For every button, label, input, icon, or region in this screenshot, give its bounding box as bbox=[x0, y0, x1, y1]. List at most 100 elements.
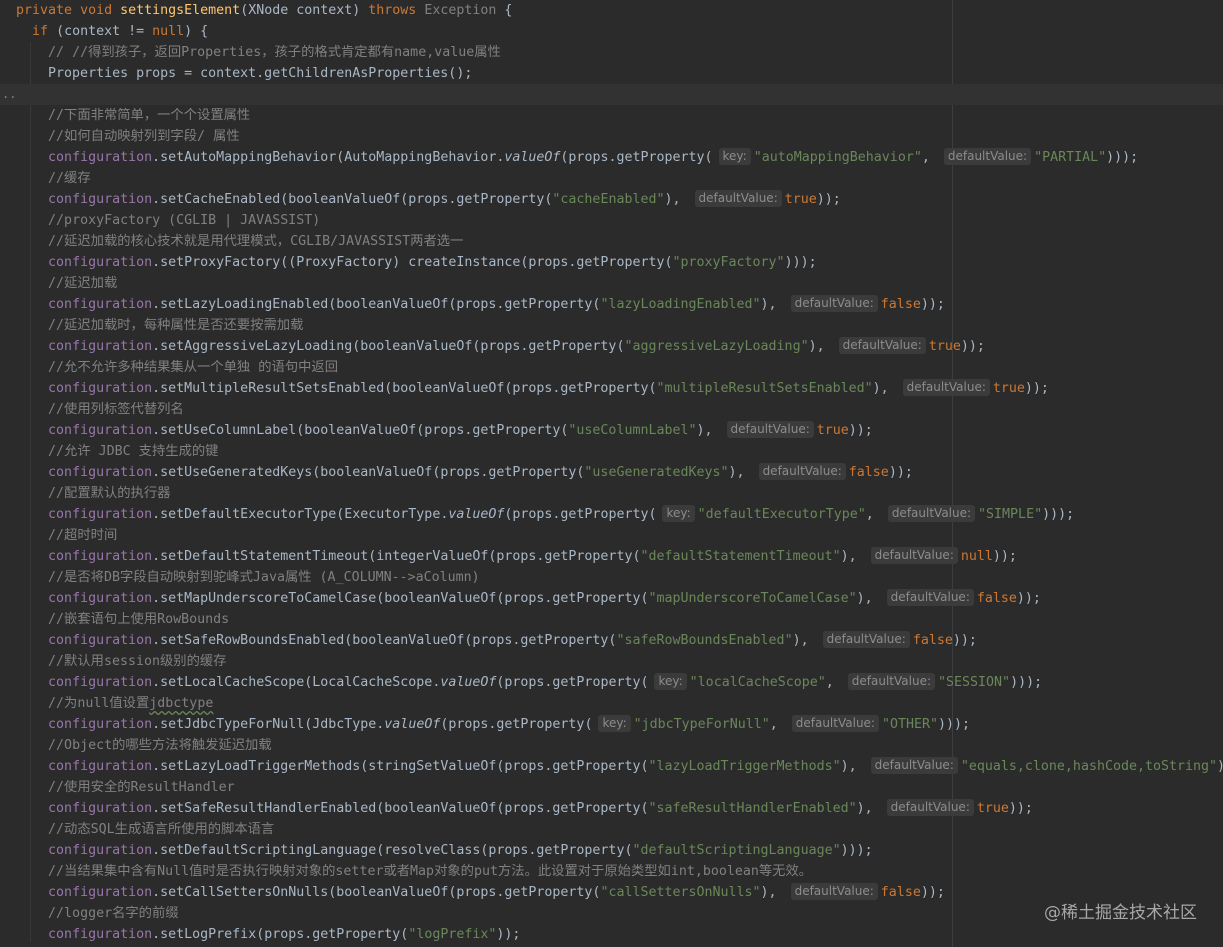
code-line[interactable]: if (context != null) { bbox=[0, 21, 1223, 42]
code-line[interactable]: configuration.setDefaultStatementTimeout… bbox=[0, 546, 1223, 567]
code-line[interactable]: //如何自动映射列到字段/ 属性 bbox=[0, 126, 1223, 147]
code-token: )); bbox=[496, 927, 521, 942]
code-line[interactable]: //默认用session级别的缓存 bbox=[0, 651, 1223, 672]
code-line[interactable]: //允不允许多种结果集从一个单独 的语句中返回 bbox=[0, 357, 1223, 378]
code-line[interactable]: //缓存 bbox=[0, 168, 1223, 189]
code-line[interactable]: configuration.setCallSettersOnNulls(bool… bbox=[0, 882, 1223, 903]
code-token: )); bbox=[1008, 801, 1033, 816]
code-token: //如何自动映射列到字段/ 属性 bbox=[48, 129, 240, 144]
code-line[interactable]: configuration.setLogPrefix(props.getProp… bbox=[0, 924, 1223, 945]
code-line[interactable]: // //得到孩子，返回Properties，孩子的格式肯定都有name,val… bbox=[0, 42, 1223, 63]
code-token: "lazyLoadTriggerMethods" bbox=[648, 759, 841, 774]
code-line[interactable]: configuration.setMapUnderscoreToCamelCas… bbox=[0, 588, 1223, 609]
code-line[interactable]: //Object的哪些方法将触发延迟加载 bbox=[0, 735, 1223, 756]
code-editor[interactable]: private void settingsElement(XNode conte… bbox=[0, 0, 1223, 947]
code-line[interactable]: //是否将DB字段自动映射到驼峰式Java属性 (A_COLUMN-->aCol… bbox=[0, 567, 1223, 588]
code-line[interactable]: //下面非常简单，一个个设置属性 bbox=[0, 105, 1223, 126]
code-token: .setProxyFactory((ProxyFactory) createIn… bbox=[152, 255, 673, 270]
code-line[interactable]: configuration.setUseGeneratedKeys(boolea… bbox=[0, 462, 1223, 483]
code-line[interactable]: configuration.setSafeResultHandlerEnable… bbox=[0, 798, 1223, 819]
code-token: //使用安全的ResultHandler bbox=[48, 780, 235, 795]
code-token: throws bbox=[368, 3, 425, 18]
code-line[interactable]: configuration.setDefaultScriptingLanguag… bbox=[0, 840, 1223, 861]
fold-marker[interactable]: .. bbox=[2, 87, 16, 101]
parameter-hint: defaultValue: bbox=[838, 337, 926, 354]
parameter-hint: defaultValue: bbox=[886, 589, 974, 606]
parameter-hint: defaultValue: bbox=[790, 295, 878, 312]
code-token: (props.getProperty( bbox=[440, 717, 593, 732]
parameter-hint: defaultValue: bbox=[943, 148, 1032, 165]
code-line[interactable]: configuration.setSafeRowBoundsEnabled(bo… bbox=[0, 630, 1223, 651]
code-line[interactable]: //当结果集中含有Null值时是否执行映射对象的setter或者Map对象的pu… bbox=[0, 861, 1223, 882]
code-token: configuration bbox=[48, 549, 153, 564]
code-line[interactable]: configuration.setJdbcTypeForNull(JdbcTyp… bbox=[0, 714, 1223, 735]
code-token: //为null值设置 bbox=[48, 696, 150, 711]
code-token: )); bbox=[960, 339, 985, 354]
code-token: //允不允许多种结果集从一个单独 的语句中返回 bbox=[48, 360, 338, 375]
code-token: .setAggressiveLazyLoading(booleanValueOf… bbox=[152, 339, 625, 354]
code-line[interactable]: //配置默认的执行器 bbox=[0, 483, 1223, 504]
code-line[interactable]: configuration.setCacheEnabled(booleanVal… bbox=[0, 189, 1223, 210]
code-line[interactable]: //允许 JDBC 支持生成的键 bbox=[0, 441, 1223, 462]
code-token: ), bbox=[840, 759, 865, 774]
code-token: //延迟加载 bbox=[48, 276, 118, 291]
code-line[interactable] bbox=[0, 84, 1223, 105]
code-token: false bbox=[912, 633, 953, 648]
code-token: valueOf bbox=[504, 150, 561, 165]
code-token: private bbox=[16, 3, 81, 18]
code-token: "lazyLoadingEnabled" bbox=[600, 297, 761, 312]
code-line[interactable]: //延迟加载 bbox=[0, 273, 1223, 294]
code-line[interactable]: configuration.setMultipleResultSetsEnabl… bbox=[0, 378, 1223, 399]
code-token: .setUseColumnLabel(booleanValueOf(props.… bbox=[152, 423, 569, 438]
code-token: (props.getProperty( bbox=[560, 150, 713, 165]
code-token: )); bbox=[1024, 381, 1049, 396]
code-token: if bbox=[32, 24, 57, 39]
code-line[interactable]: //超时时间 bbox=[0, 525, 1223, 546]
code-token: true bbox=[976, 801, 1009, 816]
code-line[interactable]: //动态SQL生成语言所使用的脚本语言 bbox=[0, 819, 1223, 840]
code-line[interactable]: configuration.setAggressiveLazyLoading(b… bbox=[0, 336, 1223, 357]
code-line[interactable]: //使用列标签代替列名 bbox=[0, 399, 1223, 420]
code-token: null bbox=[152, 24, 185, 39]
code-token: "useGeneratedKeys" bbox=[584, 465, 729, 480]
code-token: (props.getProperty( bbox=[496, 675, 649, 690]
code-token: null bbox=[960, 549, 993, 564]
code-line[interactable]: //延迟加载的核心技术就是用代理模式，CGLIB/JAVASSIST两者选一 bbox=[0, 231, 1223, 252]
code-line[interactable]: //使用安全的ResultHandler bbox=[0, 777, 1223, 798]
parameter-hint: defaultValue: bbox=[902, 379, 990, 396]
code-line[interactable]: //logger名字的前缀 bbox=[0, 903, 1223, 924]
code-line[interactable]: //为null值设置jdbctype bbox=[0, 693, 1223, 714]
code-line[interactable]: configuration.setProxyFactory((ProxyFact… bbox=[0, 252, 1223, 273]
code-line[interactable]: configuration.setDefaultExecutorType(Exe… bbox=[0, 504, 1223, 525]
code-token: configuration bbox=[48, 507, 153, 522]
code-token: configuration bbox=[48, 801, 153, 816]
code-line[interactable]: //proxyFactory (CGLIB | JAVASSIST) bbox=[0, 210, 1223, 231]
code-line[interactable]: configuration.setLazyLoadTriggerMethods(… bbox=[0, 756, 1223, 777]
code-line[interactable]: configuration.setUseColumnLabel(booleanV… bbox=[0, 420, 1223, 441]
code-token: configuration bbox=[48, 843, 153, 858]
code-token: ))); bbox=[840, 843, 873, 858]
code-line[interactable]: Properties props = context.getChildrenAs… bbox=[0, 63, 1223, 84]
code-line[interactable]: configuration.setLocalCacheScope(LocalCa… bbox=[0, 672, 1223, 693]
code-line[interactable]: //嵌套语句上使用RowBounds bbox=[0, 609, 1223, 630]
code-line[interactable]: //延迟加载时，每种属性是否还要按需加载 bbox=[0, 315, 1223, 336]
parameter-hint: defaultValue: bbox=[870, 547, 958, 564]
code-token: .setLazyLoadTriggerMethods(stringSetValu… bbox=[152, 759, 649, 774]
code-line[interactable]: private void settingsElement(XNode conte… bbox=[0, 0, 1223, 21]
code-line[interactable]: configuration.setAutoMappingBehavior(Aut… bbox=[0, 147, 1223, 168]
code-token: false bbox=[880, 885, 921, 900]
code-line[interactable]: configuration.setLazyLoadingEnabled(bool… bbox=[0, 294, 1223, 315]
code-token: "useColumnLabel" bbox=[568, 423, 697, 438]
code-token: , bbox=[921, 150, 938, 165]
